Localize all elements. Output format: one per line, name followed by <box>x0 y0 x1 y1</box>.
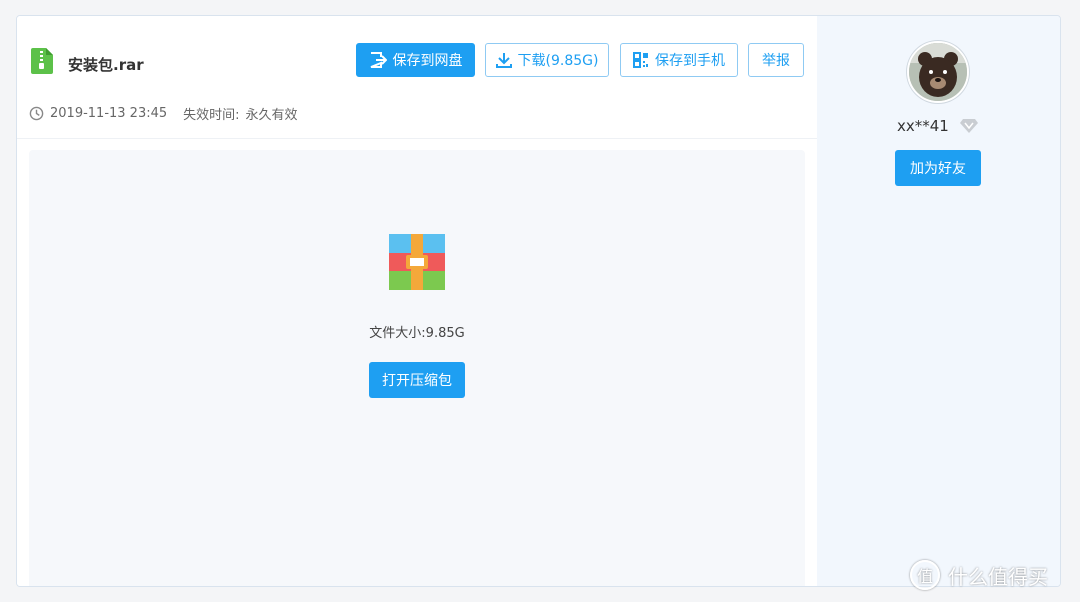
zip-file-icon <box>31 48 53 74</box>
save-to-cloud-label: 保存到网盘 <box>392 53 463 69</box>
diamond-icon <box>959 119 978 133</box>
username-text: xx**41 <box>897 117 949 135</box>
save-to-phone-button[interactable]: 保存到手机 <box>620 43 738 77</box>
file-meta: 2019-11-13 23:45 失效时间: 永久有效 <box>29 104 298 123</box>
expire-value: 永久有效 <box>245 108 298 123</box>
save-to-phone-label: 保存到手机 <box>655 53 725 69</box>
report-label: 举报 <box>762 53 790 69</box>
file-title: 安装包.rar <box>68 56 144 74</box>
qr-code-icon <box>633 52 648 68</box>
site-watermark: 值 什么值得买 <box>910 560 1048 590</box>
uploader-name: xx**41 <box>897 117 979 135</box>
share-panel: 安装包.rar 保存到网盘 下载(9.85G) 保存到手机 举报 2019-11… <box>16 15 1061 587</box>
archive-preview: 文件大小:9.85G 打开压缩包 <box>29 150 805 586</box>
download-icon <box>495 53 512 68</box>
watermark-text: 什么值得买 <box>948 564 1048 589</box>
rar-archive-icon <box>389 234 445 290</box>
clock-icon <box>29 106 44 121</box>
add-friend-button[interactable]: 加为好友 <box>895 150 981 186</box>
file-size-text: 文件大小:9.85G <box>369 326 465 341</box>
save-cloud-icon <box>370 52 387 68</box>
expire-label: 失效时间: <box>183 108 240 123</box>
upload-date: 2019-11-13 23:45 <box>50 106 168 121</box>
file-main-area: 安装包.rar 保存到网盘 下载(9.85G) 保存到手机 举报 2019-11… <box>17 16 817 586</box>
download-button[interactable]: 下载(9.85G) <box>485 43 609 77</box>
file-header: 安装包.rar 保存到网盘 下载(9.85G) 保存到手机 举报 2019-11… <box>17 16 817 139</box>
uploader-sidebar: xx**41 加为好友 <box>817 16 1060 586</box>
save-to-cloud-button[interactable]: 保存到网盘 <box>356 43 475 77</box>
open-archive-button[interactable]: 打开压缩包 <box>369 362 465 398</box>
watermark-logo: 值 <box>910 560 940 590</box>
report-button[interactable]: 举报 <box>748 43 804 77</box>
download-label: 下载(9.85G) <box>517 53 599 69</box>
avatar[interactable] <box>907 41 969 103</box>
